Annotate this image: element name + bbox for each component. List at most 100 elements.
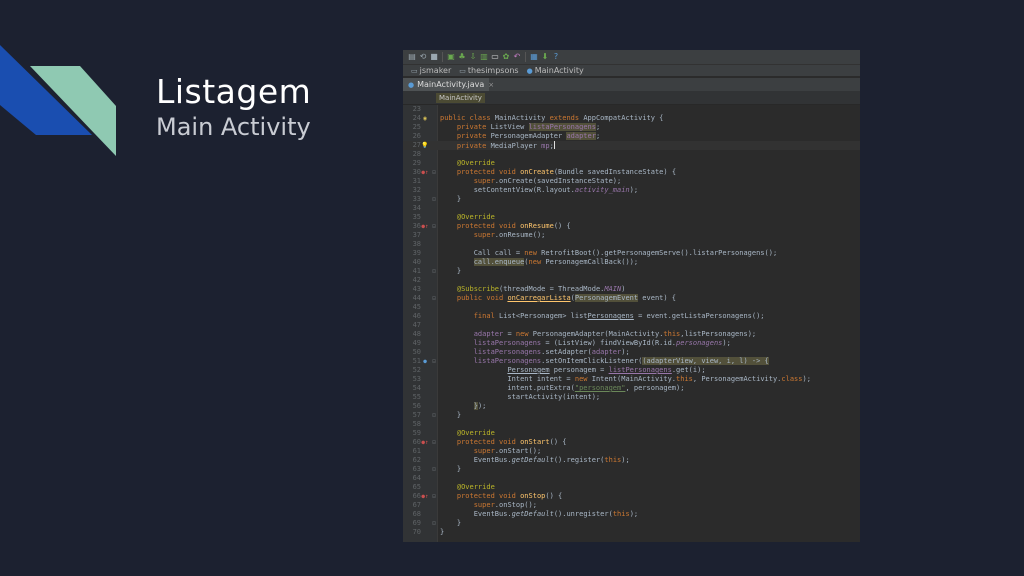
breadcrumb-item[interactable]: ● MainActivity	[527, 66, 584, 75]
code-line[interactable]: 53 Intent intent = new Intent(MainActivi…	[403, 375, 860, 384]
code-line[interactable]: 54 intent.putExtra("personagem", persona…	[403, 384, 860, 393]
code-line[interactable]: 60 ●↑ ⊟ protected void onStart() {	[403, 438, 860, 447]
override-icon[interactable]: ●↑	[421, 438, 429, 447]
tab-mainactivity-java[interactable]: ● MainActivity.java ×	[403, 78, 494, 91]
stop-icon[interactable]: ■	[429, 50, 439, 64]
lambda-marker-icon[interactable]: ●	[421, 357, 429, 366]
code-line[interactable]: 70}	[403, 528, 860, 537]
code-line[interactable]: 61 super.onStart();	[403, 447, 860, 456]
code-line[interactable]: 46 final List<Personagem> listPersonagen…	[403, 312, 860, 321]
code-line[interactable]: 37 super.onResume();	[403, 231, 860, 240]
class-marker-icon[interactable]: ◉	[421, 114, 429, 123]
lightbulb-icon[interactable]: 💡	[421, 141, 429, 150]
fold-marker-icon[interactable]: ⊟	[431, 294, 437, 303]
code-text: Intent intent = new Intent(MainActivity.…	[440, 375, 811, 383]
fold-marker-icon[interactable]: ⊟	[431, 438, 437, 447]
close-icon[interactable]: ×	[488, 81, 494, 89]
avd-icon[interactable]: ▥	[479, 50, 489, 64]
code-line[interactable]: 50 listaPersonagens.setAdapter(adapter);	[403, 348, 860, 357]
line-number: 51	[412, 357, 421, 365]
code-line[interactable]: 63 ⊡ }	[403, 465, 860, 474]
code-line[interactable]: 69 ⊡ }	[403, 519, 860, 528]
code-line[interactable]: 67 super.onStop();	[403, 501, 860, 510]
fold-marker-icon[interactable]: ⊟	[431, 492, 437, 501]
slide-subtitle: Main Activity	[156, 113, 311, 141]
code-line[interactable]: 59 @Override	[403, 429, 860, 438]
code-line[interactable]: 52 Personagem personagem = listPersonage…	[403, 366, 860, 375]
override-icon[interactable]: ●↑	[421, 492, 429, 501]
save-icon[interactable]: ▤	[407, 50, 417, 64]
code-line[interactable]: 31 super.onCreate(savedInstanceState);	[403, 177, 860, 186]
line-number: 49	[412, 339, 421, 347]
code-line[interactable]: 29 @Override	[403, 159, 860, 168]
class-chip[interactable]: MainActivity	[436, 93, 485, 103]
code-line[interactable]: 36 ●↑ ⊟ protected void onResume() {	[403, 222, 860, 231]
code-line[interactable]: 62 EventBus.getDefault().register(this);	[403, 456, 860, 465]
code-line[interactable]: 41 ⊡ }	[403, 267, 860, 276]
code-text: call.enqueue(new PersonagemCallBack());	[473, 258, 639, 266]
device-icon[interactable]: ▭	[490, 50, 500, 64]
fold-marker-icon[interactable]: ⊟	[431, 222, 437, 231]
sync-icon[interactable]: ⟲	[418, 50, 428, 64]
fold-marker-icon[interactable]: ⊟	[431, 357, 437, 366]
code-line[interactable]: 39 Call call = new RetrofitBoot().getPer…	[403, 249, 860, 258]
settings-icon[interactable]: ⬇	[540, 50, 550, 64]
code-line[interactable]: 68 EventBus.getDefault().unregister(this…	[403, 510, 860, 519]
code-line[interactable]: 65 @Override	[403, 483, 860, 492]
profiler-icon[interactable]: ▦	[529, 50, 539, 64]
line-number: 57	[412, 411, 421, 419]
code-line[interactable]: 49 listaPersonagens = (ListView) findVie…	[403, 339, 860, 348]
code-line[interactable]: 40 call.enqueue(new PersonagemCallBack()…	[403, 258, 860, 267]
code-line[interactable]: 27 💡 private MediaPlayer mp;	[403, 141, 860, 150]
code-line[interactable]: 38	[403, 240, 860, 249]
code-line[interactable]: 23	[403, 105, 860, 114]
code-text: protected void onCreate(Bundle savedInst…	[456, 168, 677, 176]
code-line[interactable]: 51 ● ⊟ listaPersonagens.setOnItemClickList…	[403, 357, 860, 366]
fold-marker-icon[interactable]: ⊡	[431, 519, 437, 528]
code-text: private ListView listaPersonagens;	[456, 123, 601, 131]
line-number: 26	[412, 132, 421, 140]
structure-navbar: MainActivity	[403, 91, 860, 105]
code-line[interactable]: 28	[403, 150, 860, 159]
line-number: 37	[412, 231, 421, 239]
sdk-manager-icon[interactable]: ⇩	[468, 50, 478, 64]
code-line[interactable]: 66 ●↑ ⊟ protected void onStop() {	[403, 492, 860, 501]
line-number: 62	[412, 456, 421, 464]
code-line[interactable]: 44 ⊟ public void onCarregarLista(Personag…	[403, 294, 860, 303]
override-icon[interactable]: ●↑	[421, 168, 429, 177]
fold-marker-icon[interactable]: ⊡	[431, 267, 437, 276]
breadcrumb: ▭ jsmaker ▭ thesimpsons ● MainActivity	[403, 64, 860, 76]
code-line[interactable]: 34	[403, 204, 860, 213]
code-line[interactable]: 42	[403, 276, 860, 285]
code-line[interactable]: 32 setContentView(R.layout.activity_main…	[403, 186, 860, 195]
code-line[interactable]: 57 ⊡ }	[403, 411, 860, 420]
breadcrumb-item[interactable]: ▭ jsmaker	[411, 66, 451, 75]
fold-marker-icon[interactable]: ⊡	[431, 411, 437, 420]
code-text: super.onStart();	[473, 447, 542, 455]
code-line[interactable]: 30 ●↑ ⊟ protected void onCreate(Bundle sav…	[403, 168, 860, 177]
breadcrumb-item[interactable]: ▭ thesimpsons	[459, 66, 518, 75]
fold-marker-icon[interactable]: ⊡	[431, 465, 437, 474]
debug-icon[interactable]: ✿	[501, 50, 511, 64]
code-line[interactable]: 26 private PersonagemAdapter adapter;	[403, 132, 860, 141]
code-line[interactable]: 45	[403, 303, 860, 312]
code-line[interactable]: 33 ⊡ }	[403, 195, 860, 204]
code-line[interactable]: 48 adapter = new PersonagemAdapter(MainA…	[403, 330, 860, 339]
undo-icon[interactable]: ↶	[512, 50, 522, 64]
help-icon[interactable]: ?	[551, 50, 561, 64]
code-line[interactable]: 24 ◉ public class MainActivity extends App…	[403, 114, 860, 123]
code-line[interactable]: 56 });	[403, 402, 860, 411]
build-icon[interactable]: ▣	[446, 50, 456, 64]
android-icon[interactable]: ♣	[457, 50, 467, 64]
code-line[interactable]: 25 private ListView listaPersonagens;	[403, 123, 860, 132]
code-line[interactable]: 64	[403, 474, 860, 483]
fold-marker-icon[interactable]: ⊟	[431, 168, 437, 177]
code-line[interactable]: 43 @Subscribe(threadMode = ThreadMode.MA…	[403, 285, 860, 294]
code-text: Personagem personagem = listPersonagens.…	[507, 366, 706, 374]
code-line[interactable]: 58	[403, 420, 860, 429]
code-line[interactable]: 35 @Override	[403, 213, 860, 222]
override-icon[interactable]: ●↑	[421, 222, 429, 231]
fold-marker-icon[interactable]: ⊡	[431, 195, 437, 204]
code-line[interactable]: 55 startActivity(intent);	[403, 393, 860, 402]
code-line[interactable]: 47	[403, 321, 860, 330]
